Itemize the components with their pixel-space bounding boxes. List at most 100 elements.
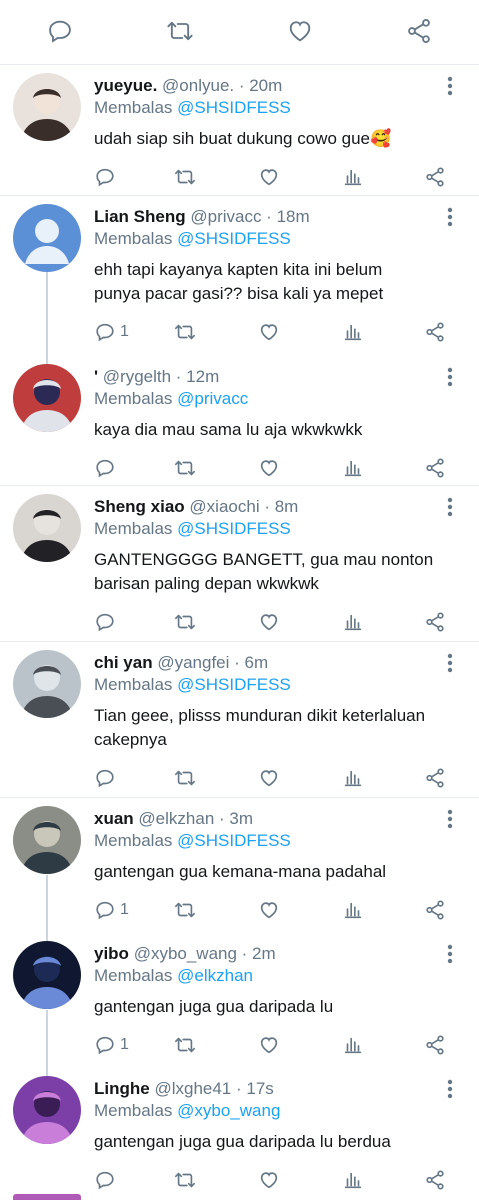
tweet[interactable]: yueyue. @onlyue. · 20m Membalas @SHSIDFES… (0, 65, 479, 196)
tweet-header: ' @rygelth · 12m (94, 367, 219, 387)
tweet[interactable]: xuan @elkzhan · 3m Membalas @SHSIDFESS gan… (0, 798, 479, 933)
more-options-icon[interactable] (440, 942, 460, 966)
replying-to-label: Membalas (94, 675, 178, 694)
reply-button[interactable] (94, 610, 120, 634)
replying-to: Membalas @privacc (94, 389, 248, 409)
replying-to-handle[interactable]: @elkzhan (177, 966, 253, 985)
replying-to-handle[interactable]: @xybo_wang (177, 1101, 280, 1120)
display-name[interactable]: chi yan (94, 653, 153, 672)
tweet[interactable]: ' @rygelth · 12m Membalas @privacc kaya di… (0, 356, 479, 486)
avatar[interactable] (13, 494, 81, 562)
tweet[interactable]: Sheng xiao @xiaochi · 8m Membalas @SHSIDF… (0, 486, 479, 642)
more-options-icon[interactable] (440, 74, 460, 98)
handle-and-time: @privacc · 18m (190, 207, 310, 226)
tweet[interactable]: Lian Sheng @privacc · 18m Membalas @SHSID… (0, 196, 479, 356)
more-options-icon[interactable] (440, 651, 460, 675)
display-name[interactable]: xuan (94, 809, 134, 828)
like-button[interactable] (258, 165, 280, 189)
reply-button[interactable] (94, 165, 120, 189)
analytics-button[interactable] (342, 766, 364, 790)
analytics-button[interactable] (342, 165, 364, 189)
like-button[interactable] (258, 766, 280, 790)
tweet[interactable]: chi yan @yangfei · 6m Membalas @SHSIDFESS… (0, 642, 479, 798)
like-button[interactable] (258, 898, 280, 922)
reply-icon[interactable] (46, 17, 74, 45)
share-button[interactable] (424, 1033, 446, 1057)
analytics-button[interactable] (342, 610, 364, 634)
retweet-button[interactable] (174, 1168, 196, 1192)
tweet-text: gantengan juga gua daripada lu (94, 995, 444, 1019)
share-icon[interactable] (405, 17, 433, 45)
avatar[interactable] (13, 650, 81, 718)
more-options-icon[interactable] (440, 205, 460, 229)
retweet-icon[interactable] (166, 17, 194, 45)
replying-to-label: Membalas (94, 966, 178, 985)
analytics-button[interactable] (342, 320, 364, 344)
share-button[interactable] (424, 898, 446, 922)
retweet-button[interactable] (174, 1033, 196, 1057)
share-button[interactable] (424, 456, 446, 480)
handle-and-time: @onlyue. · 20m (162, 76, 283, 95)
more-options-icon[interactable] (440, 365, 460, 389)
analytics-button[interactable] (342, 1168, 364, 1192)
tweet-header: yibo @xybo_wang · 2m (94, 944, 276, 964)
replying-to-handle[interactable]: @SHSIDFESS (177, 98, 291, 117)
avatar[interactable] (13, 73, 81, 141)
like-button[interactable] (258, 1168, 280, 1192)
tweet-actions (94, 456, 454, 480)
display-name[interactable]: Lian Sheng (94, 207, 186, 226)
share-button[interactable] (424, 1168, 446, 1192)
avatar[interactable] (13, 941, 81, 1009)
tweet-header: Linghe @lxghe41 · 17s (94, 1079, 274, 1099)
display-name[interactable]: Sheng xiao (94, 497, 185, 516)
handle-and-time: @xybo_wang · 2m (133, 944, 276, 963)
display-name[interactable]: ' (94, 367, 98, 386)
reply-count: 1 (120, 323, 129, 340)
reply-button[interactable]: 1 (94, 898, 129, 922)
avatar[interactable] (13, 364, 81, 432)
reply-button[interactable]: 1 (94, 1033, 129, 1057)
like-button[interactable] (258, 456, 280, 480)
analytics-button[interactable] (342, 456, 364, 480)
avatar[interactable] (13, 204, 81, 272)
more-options-icon[interactable] (440, 495, 460, 519)
tweet[interactable]: Linghe @lxghe41 · 17s Membalas @xybo_wang… (0, 1068, 479, 1200)
reply-button[interactable] (94, 1168, 120, 1192)
like-icon[interactable] (286, 17, 314, 45)
retweet-button[interactable] (174, 456, 196, 480)
display-name[interactable]: yibo (94, 944, 129, 963)
analytics-button[interactable] (342, 898, 364, 922)
like-button[interactable] (258, 1033, 280, 1057)
retweet-button[interactable] (174, 320, 196, 344)
retweet-button[interactable] (174, 610, 196, 634)
display-name[interactable]: Linghe (94, 1079, 150, 1098)
like-icon (258, 767, 280, 789)
more-options-icon[interactable] (440, 1077, 460, 1101)
share-button[interactable] (424, 165, 446, 189)
tweet-text: Tian geee, plisss munduran dikit keterla… (94, 704, 444, 752)
reply-button[interactable] (94, 456, 120, 480)
analytics-button[interactable] (342, 1033, 364, 1057)
share-button[interactable] (424, 766, 446, 790)
like-button[interactable] (258, 610, 280, 634)
share-button[interactable] (424, 320, 446, 344)
replying-to-handle[interactable]: @SHSIDFESS (177, 519, 291, 538)
replying-to-handle[interactable]: @privacc (177, 389, 248, 408)
like-button[interactable] (258, 320, 280, 344)
tweet-text-line: gantengan juga gua daripada lu berdua (94, 1132, 391, 1151)
retweet-button[interactable] (174, 165, 196, 189)
replying-to-handle[interactable]: @SHSIDFESS (177, 675, 291, 694)
retweet-button[interactable] (174, 898, 196, 922)
replying-to-handle[interactable]: @SHSIDFESS (177, 831, 291, 850)
tweet-text-line: GANTENGGGG BANGETT, gua mau nonton (94, 550, 434, 569)
reply-button[interactable] (94, 766, 120, 790)
share-button[interactable] (424, 610, 446, 634)
tweet[interactable]: yibo @xybo_wang · 2m Membalas @elkzhan gan… (0, 933, 479, 1068)
reply-button[interactable]: 1 (94, 320, 129, 344)
display-name[interactable]: yueyue. (94, 76, 157, 95)
more-options-icon[interactable] (440, 807, 460, 831)
avatar[interactable] (13, 1076, 81, 1144)
replying-to-handle[interactable]: @SHSIDFESS (177, 229, 291, 248)
avatar[interactable] (13, 806, 81, 874)
retweet-button[interactable] (174, 766, 196, 790)
